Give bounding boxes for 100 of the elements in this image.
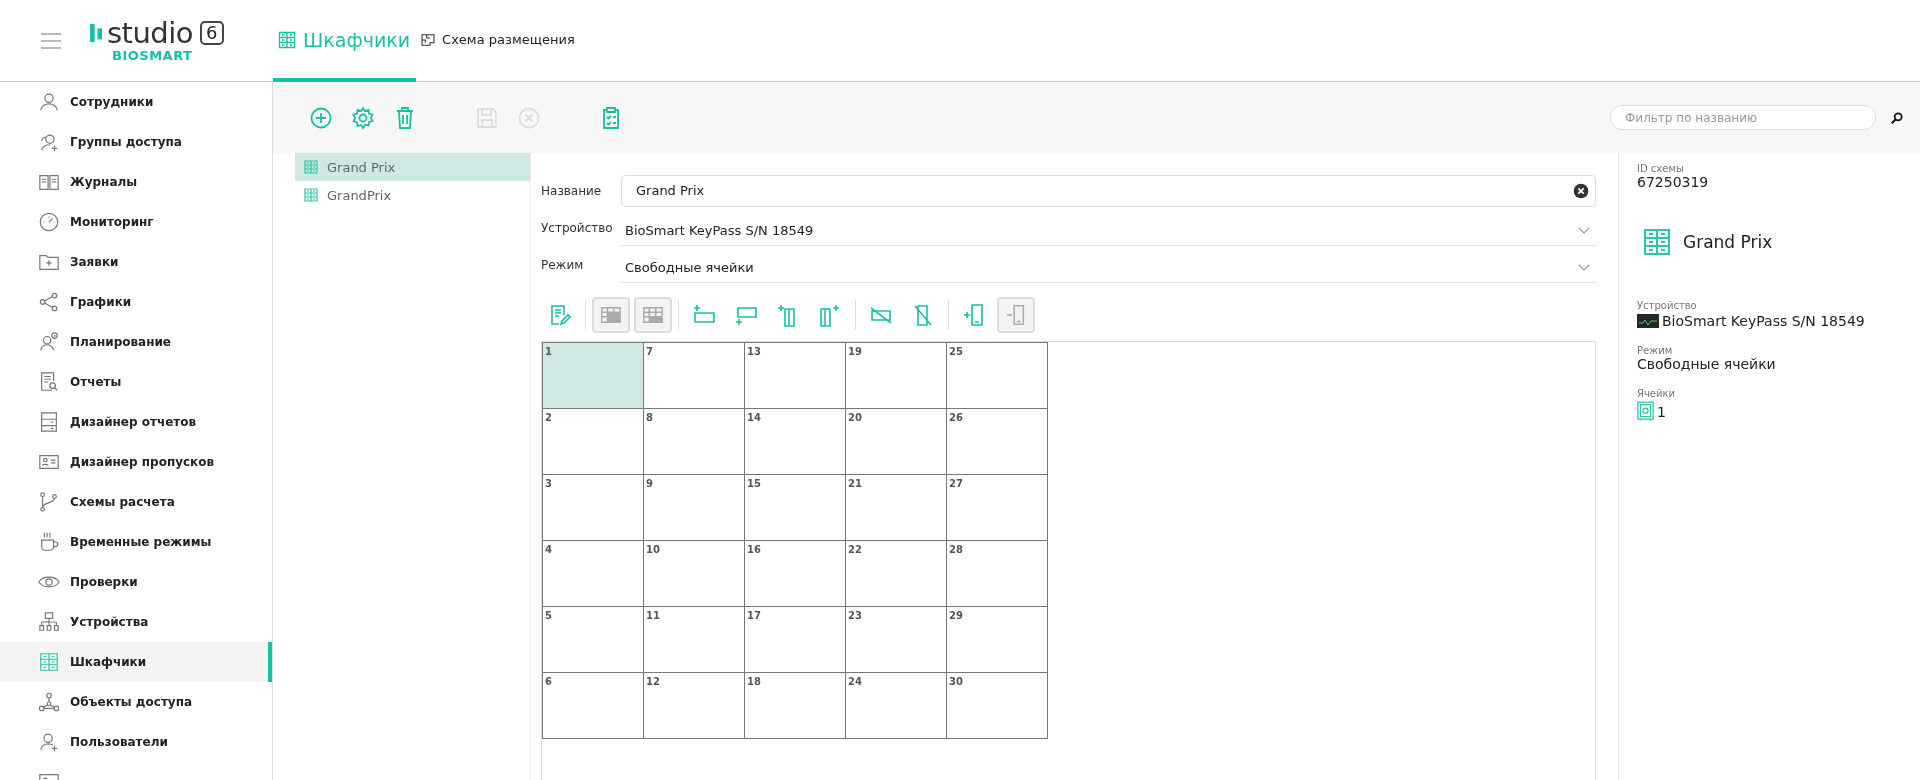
scheme-list-item[interactable]: Grand Prix [295, 153, 530, 181]
locker-icon [303, 187, 319, 203]
locker-cell[interactable]: 4 [542, 540, 643, 606]
scheme-id: 67250319 [1637, 174, 1710, 190]
locker-cell[interactable]: 2 [542, 408, 643, 474]
share-icon [38, 291, 60, 313]
chevron-down-icon [1578, 263, 1590, 271]
nodes-icon [38, 691, 60, 713]
locker-cell[interactable]: 28 [946, 540, 1047, 606]
sidebar-item[interactable]: Журналы [0, 162, 272, 202]
locker-cell[interactable]: 22 [845, 540, 946, 606]
locker-icon [277, 29, 297, 50]
locker-icon [38, 651, 60, 673]
name-field[interactable]: Grand Prix [621, 174, 1596, 207]
locker-cell[interactable]: 13 [744, 342, 845, 408]
scheme-title: Grand Prix [1683, 232, 1773, 252]
field-label: Режим [541, 257, 585, 272]
version-badge: 6 [200, 21, 224, 45]
field-label: Устройство [541, 220, 614, 235]
sidebar-item[interactable]: Устройства [0, 602, 272, 642]
detail-label: ID схемы [1637, 163, 1685, 174]
locker-cell[interactable]: 11 [643, 606, 744, 672]
add-icon[interactable] [309, 105, 333, 130]
sidebar-item[interactable]: Группы доступа [0, 122, 272, 162]
network-icon [38, 611, 60, 633]
locker-cell[interactable]: 21 [845, 474, 946, 540]
locker-cell[interactable]: 27 [946, 474, 1047, 540]
locker-cell[interactable]: 15 [744, 474, 845, 540]
brand-name: BIOSMART [112, 48, 194, 63]
clear-icon[interactable] [1573, 182, 1589, 199]
locker-cell[interactable]: 7 [643, 342, 744, 408]
remove-cell-icon [1005, 303, 1027, 327]
locker-cell[interactable]: 18 [744, 672, 845, 738]
locker-cell[interactable]: 12 [643, 672, 744, 738]
scheme-list-item[interactable]: GrandPrix [295, 181, 530, 209]
detail-label: Ячейки [1637, 388, 1677, 399]
layout-icon [420, 31, 437, 48]
locker-cell[interactable]: 3 [542, 474, 643, 540]
report-search-icon [38, 371, 60, 393]
sidebar-item[interactable]: Временные режимы [0, 522, 272, 562]
sidebar-item[interactable]: Мониторинг [0, 202, 272, 242]
locker-cell[interactable]: 30 [946, 672, 1047, 738]
locker-cell[interactable]: 24 [845, 672, 946, 738]
sidebar-item[interactable]: Пользователи [0, 722, 272, 762]
locker-cell[interactable]: 1 [542, 342, 643, 408]
locker-cell[interactable]: 20 [845, 408, 946, 474]
sidebar-item[interactable]: Схемы расчета [0, 482, 272, 522]
settings-icon[interactable] [351, 105, 375, 130]
sidebar-item[interactable]: Дизайнер пропусков [0, 442, 272, 482]
search-field[interactable]: Фильтр по названию [1610, 105, 1876, 130]
sidebar-item[interactable]: Заявки [0, 242, 272, 282]
locker-cell[interactable]: 19 [845, 342, 946, 408]
person-add-icon [38, 731, 60, 753]
cup-icon [38, 531, 60, 553]
edit-note-icon [548, 303, 572, 327]
locker-cell[interactable]: 16 [744, 540, 845, 606]
locker-cell[interactable]: 8 [643, 408, 744, 474]
locker-cell[interactable]: 23 [845, 606, 946, 672]
remove-column-icon [911, 303, 935, 327]
device-dropdown[interactable]: BioSmart KeyPass S/N 18549 [621, 215, 1596, 246]
add-cell-icon [962, 303, 986, 327]
search-icon[interactable] [1890, 110, 1904, 125]
locker-icon [303, 159, 319, 175]
locker-cell[interactable]: 14 [744, 408, 845, 474]
locker-cell[interactable]: 25 [946, 342, 1047, 408]
sidebar-item[interactable]: Дизайнер отчетов [0, 402, 272, 442]
logo-text: studio [107, 18, 194, 48]
locker-icon [1641, 226, 1673, 258]
locker-cell[interactable]: 6 [542, 672, 643, 738]
detail-label: Режим [1637, 345, 1674, 356]
locker-cell[interactable]: 9 [643, 474, 744, 540]
sidebar-item[interactable]: Сотрудники [0, 82, 272, 122]
safe-icon [1637, 401, 1654, 422]
device-value: BioSmart KeyPass S/N 18549 [1662, 313, 1865, 329]
sidebar-item[interactable]: Отчеты [0, 362, 272, 402]
device-picture [1637, 314, 1659, 328]
gauge-icon [38, 211, 60, 233]
locker-cell[interactable]: 5 [542, 606, 643, 672]
detail-label: Устройство [1637, 300, 1698, 311]
sidebar-item[interactable]: Проверки [0, 562, 272, 602]
locker-cell[interactable]: 10 [643, 540, 744, 606]
locker-cell[interactable]: 17 [744, 606, 845, 672]
sidebar-item[interactable]: Объекты доступа [0, 682, 272, 722]
sidebar-item[interactable]: Планирование [0, 322, 272, 362]
cabinet-icon [38, 411, 60, 433]
locker-cell[interactable]: 26 [946, 408, 1047, 474]
field-label: Название [541, 183, 603, 198]
add-column-right-icon [818, 303, 842, 327]
mode-value: Свободные ячейки [1637, 356, 1777, 372]
person-icon [38, 91, 60, 113]
menu-icon[interactable] [41, 32, 61, 49]
logo-mark-icon [90, 22, 103, 44]
cells-count: 1 [1657, 403, 1666, 420]
branch-icon [38, 491, 60, 513]
chevron-down-icon [1578, 226, 1590, 234]
tab[interactable]: Схема размещения [416, 1, 579, 82]
sidebar-item[interactable]: Шкафчики [0, 642, 272, 682]
sidebar-item[interactable]: Графики [0, 282, 272, 322]
mode-dropdown[interactable]: Свободные ячейки [621, 252, 1596, 283]
locker-cell[interactable]: 29 [946, 606, 1047, 672]
